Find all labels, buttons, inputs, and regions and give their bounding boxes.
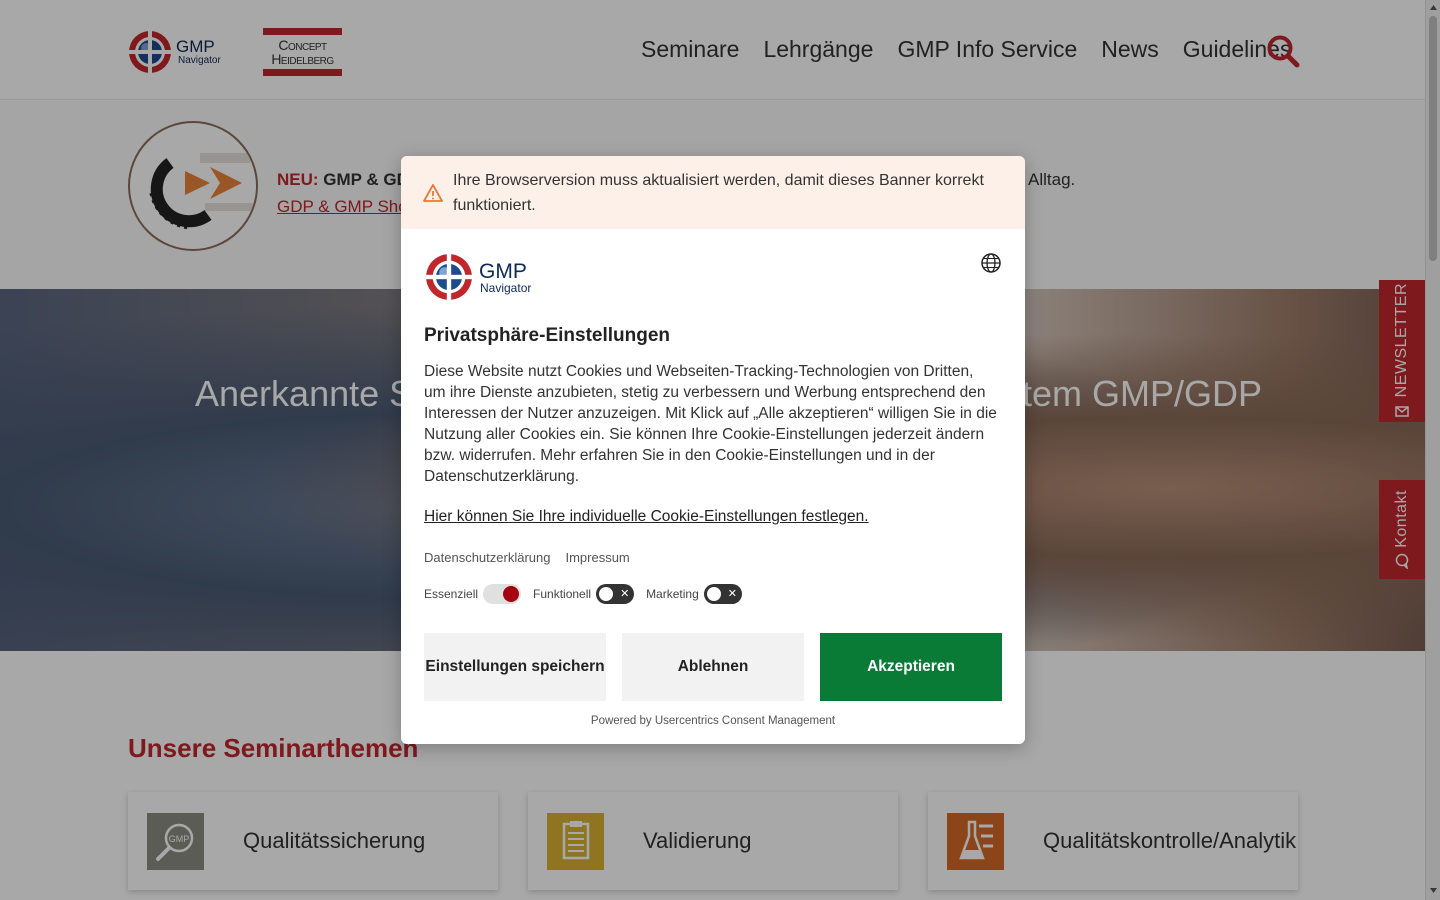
powered-by-text: Powered by Usercentrics Consent Manageme… [590,715,836,727]
consent-buttons: Einstellungen speichern Ablehnen Akzepti… [424,633,1002,701]
consent-description: Diese Website nutzt Cookies und Webseite… [424,363,997,485]
consent-category-toggles: Essenziell Funktionell ✕ Marketing ✕ [424,584,754,604]
cookie-settings-link[interactable]: Hier können Sie Ihre individuelle Cookie… [424,508,869,526]
consent-logo: GMP Navigator [425,253,531,301]
switch-knob [503,586,520,602]
privacy-policy-link[interactable]: Datenschutzerklärung [424,550,550,565]
imprint-link[interactable]: Impressum [565,550,629,565]
save-settings-button[interactable]: Einstellungen speichern [424,633,606,701]
warning-triangle-icon [423,184,443,202]
consent-logo-gmp: GMP [479,259,527,283]
essenziell-switch[interactable] [483,584,522,604]
marketing-switch[interactable]: ✕ [703,584,742,604]
browser-warning-text: Ihre Browserversion muss aktualisiert we… [453,172,984,214]
funktionell-switch[interactable]: ✕ [596,584,635,604]
toggle-funktionell: Funktionell ✕ [533,584,635,604]
browser-warning-banner: Ihre Browserversion muss aktualisiert we… [401,156,1025,229]
switch-knob [705,586,722,602]
close-x-icon: ✕ [620,588,630,600]
accept-button[interactable]: Akzeptieren [820,633,1002,701]
consent-legal-links: Datenschutzerklärung Impressum [424,550,630,565]
switch-knob [598,586,615,602]
deny-button[interactable]: Ablehnen [622,633,804,701]
gmp-globe-logo-icon [425,253,473,301]
toggle-marketing: Marketing ✕ [646,584,742,604]
cookie-consent-dialog: Ihre Browserversion muss aktualisiert we… [401,156,1025,744]
toggle-label: Marketing [646,587,699,601]
toggle-label: Funktionell [533,587,592,601]
toggle-essenziell: Essenziell [424,584,522,604]
consent-logo-navigator: Navigator [480,280,532,295]
close-x-icon: ✕ [727,588,737,600]
toggle-label: Essenziell [424,587,479,601]
language-globe-icon[interactable] [980,252,1002,274]
consent-title: Privatsphäre-Einstellungen [424,325,671,346]
